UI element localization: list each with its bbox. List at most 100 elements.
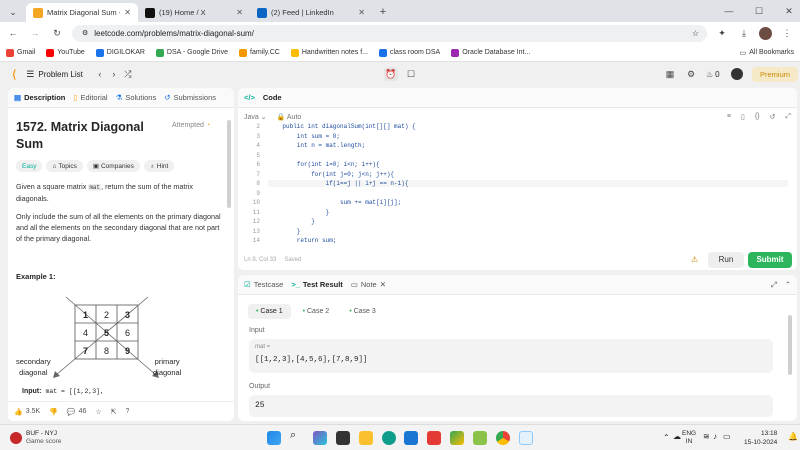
bookmark-youtube[interactable]: YouTube — [46, 48, 85, 57]
tab-linkedin[interactable]: (2) Feed | LinkedIn ✕ — [250, 3, 372, 22]
language-indicator[interactable]: ENG IN — [682, 430, 696, 446]
shuffle-icon[interactable]: ⤮ — [121, 67, 135, 81]
run-button[interactable]: Run — [708, 252, 744, 268]
prev-problem-icon[interactable]: ‹ — [93, 67, 107, 81]
expand-icon[interactable]: ⤢ — [771, 280, 777, 290]
extensions-icon[interactable]: ✦ — [715, 26, 729, 40]
bookmark-digilokar[interactable]: DIGILOKAR — [95, 48, 145, 57]
task-view-icon[interactable] — [336, 431, 350, 445]
comments-button[interactable]: 💬 46 — [67, 408, 87, 416]
like-button[interactable]: 👍 3.5K — [14, 408, 40, 416]
problem-list-link[interactable]: Problem List — [38, 70, 82, 79]
tab-leetcode[interactable]: Matrix Diagonal Sum - LeetCod ✕ — [26, 3, 138, 22]
close-tab-icon[interactable]: ✕ — [236, 8, 243, 17]
cloud-icon[interactable]: ☁ — [673, 432, 681, 441]
result-scrollbar[interactable] — [788, 315, 792, 375]
back-icon[interactable]: ← — [6, 26, 20, 40]
premium-button[interactable]: Premium — [752, 66, 799, 82]
debug-icon[interactable]: ⚠ — [691, 255, 698, 264]
bookmark-classroom-dsa[interactable]: class room DSA — [379, 48, 440, 57]
editor-status: Ln 8, Col 33 Saved — [244, 257, 302, 263]
favorite-star-icon[interactable]: ☆ — [95, 408, 101, 416]
site-info-icon[interactable]: ⚙ — [82, 29, 88, 37]
bookmark-icon[interactable]: ▯ — [741, 113, 745, 121]
profile-avatar[interactable] — [759, 26, 772, 40]
tab-search-icon[interactable]: ⌄ — [6, 5, 20, 19]
close-note-icon[interactable]: ✕ — [380, 280, 386, 289]
next-problem-icon[interactable]: › — [107, 67, 121, 81]
format-icon[interactable]: ≡ — [727, 113, 731, 120]
chrome-menu-icon[interactable]: ⋮ — [780, 26, 794, 40]
settings-icon[interactable]: ⚙ — [684, 67, 698, 81]
code-editor[interactable]: 2 public int diagonalSum(int[][] mat) {3… — [238, 123, 797, 248]
edge-icon[interactable] — [382, 431, 396, 445]
drive-app-icon[interactable] — [450, 431, 464, 445]
reset-icon[interactable]: ↺ — [770, 113, 776, 121]
problem-list-icon[interactable]: ☰ — [26, 69, 34, 80]
description-scrollbar[interactable] — [227, 120, 231, 208]
share-icon[interactable]: ⇱ — [111, 408, 117, 416]
tray-overflow-icon[interactable]: ⌃ — [663, 433, 670, 442]
url-field[interactable]: ⚙ leetcode.com/problems/matrix-diagonal-… — [72, 24, 707, 42]
all-bookmarks[interactable]: ▭ All Bookmarks — [740, 49, 794, 57]
tab-x[interactable]: (19) Home / X ✕ — [138, 3, 250, 22]
minimize-icon[interactable]: — — [722, 4, 736, 18]
hint-chip[interactable]: ♁ Hint — [143, 160, 175, 172]
braces-icon[interactable]: {} — [755, 113, 760, 120]
weather-widget[interactable]: BUF - NYJ Game score — [10, 430, 61, 446]
collapse-icon[interactable]: ⌃ — [785, 280, 791, 289]
streak-counter[interactable]: ♨ 0 — [706, 70, 720, 79]
fullscreen-icon[interactable]: ⤢ — [785, 113, 791, 121]
leetcode-logo[interactable]: ⟨ — [12, 68, 16, 81]
help-icon[interactable]: ? — [126, 408, 130, 415]
battery-icon[interactable]: ▭ — [723, 432, 731, 441]
clock[interactable]: 13:18 15-10-2024 — [744, 429, 777, 447]
search-icon[interactable]: ⌕ — [290, 429, 304, 443]
tab-solutions[interactable]: ⚗ Solutions — [116, 93, 157, 102]
new-tab-icon[interactable]: + — [376, 5, 390, 19]
start-icon[interactable] — [267, 431, 281, 445]
layout-icon[interactable]: ▦ — [663, 67, 677, 81]
close-window-icon[interactable]: ✕ — [782, 4, 796, 18]
notes-icon[interactable]: ☐ — [404, 67, 418, 81]
whatsapp-icon[interactable] — [473, 431, 487, 445]
youtube-app-icon[interactable] — [427, 431, 441, 445]
store-icon[interactable] — [404, 431, 418, 445]
downloads-icon[interactable]: ⤓ — [737, 26, 751, 40]
bookmark-family-cc[interactable]: family.CC — [239, 48, 280, 57]
tab-note[interactable]: ▭ Note ✕ — [351, 280, 386, 289]
topics-chip[interactable]: ⌂ Topics — [46, 160, 83, 172]
language-select[interactable]: Java ⌄ — [244, 113, 267, 121]
maximize-icon[interactable]: ☐ — [752, 4, 766, 18]
bookmark-star-icon[interactable]: ☆ — [692, 29, 699, 38]
file-explorer-icon[interactable] — [359, 431, 373, 445]
forward-icon[interactable]: → — [28, 26, 42, 40]
case-1-tab[interactable]: • Case 1 — [248, 304, 291, 319]
close-tab-icon[interactable]: ✕ — [124, 8, 131, 17]
companies-chip[interactable]: ▣ Companies — [86, 160, 140, 172]
tab-testcase[interactable]: ☑ Testcase — [244, 280, 283, 289]
chrome-icon[interactable] — [496, 431, 510, 445]
notification-bell-icon[interactable]: 🔔 — [788, 432, 798, 441]
volume-icon[interactable]: ♪ — [713, 432, 717, 441]
case-2-tab[interactable]: • Case 2 — [295, 304, 338, 319]
tab-editorial[interactable]: ▯ Editorial — [73, 93, 107, 102]
bookmark-dsa-drive[interactable]: DSA - Google Drive — [155, 48, 228, 57]
user-avatar[interactable] — [731, 68, 743, 80]
reload-icon[interactable]: ↻ — [50, 26, 64, 40]
tab-description[interactable]: ▤ Description — [14, 93, 65, 102]
wifi-icon[interactable]: ≋ — [703, 432, 710, 441]
bookmark-gmail[interactable]: Gmail — [6, 48, 35, 57]
tab-test-result[interactable]: >_ Test Result — [291, 280, 342, 289]
tab-submissions[interactable]: ↺ Submissions — [164, 93, 216, 102]
bookmark-oracle-db[interactable]: Oracle Database Int... — [451, 48, 530, 57]
chrome-active-icon[interactable] — [519, 431, 533, 445]
close-tab-icon[interactable]: ✕ — [358, 8, 365, 17]
submit-button[interactable]: Submit — [748, 252, 792, 268]
auto-mode[interactable]: 🔒 Auto — [277, 113, 302, 121]
dislike-button[interactable]: 👎 — [49, 408, 58, 416]
case-3-tab[interactable]: • Case 3 — [341, 304, 384, 319]
bookmark-handwritten-notes[interactable]: Handwritten notes f... — [290, 48, 368, 57]
copilot-icon[interactable] — [313, 431, 327, 445]
timer-icon[interactable]: ⏰ — [384, 67, 398, 81]
